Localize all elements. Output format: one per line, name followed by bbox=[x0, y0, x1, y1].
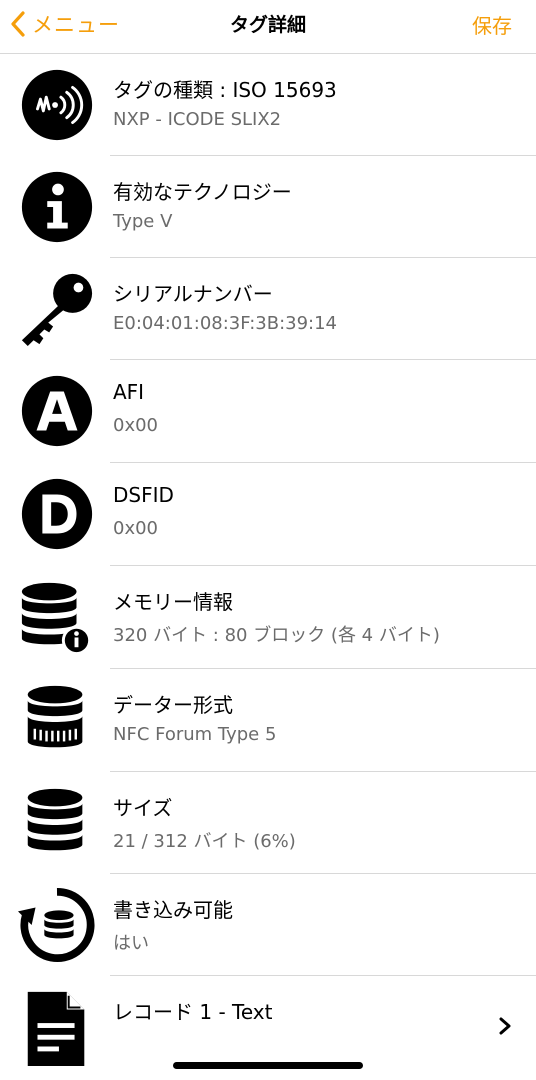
info-icon bbox=[21, 171, 93, 243]
technology-value: Type V bbox=[113, 211, 173, 232]
navigation-bar: メニュー タグ詳細 保存 bbox=[0, 0, 536, 54]
page-title: タグ詳細 bbox=[229, 14, 306, 36]
database-icon bbox=[27, 788, 83, 851]
tag-type-title: タグの種類 : ISO 15693 bbox=[113, 78, 337, 102]
memory-info-value: 320 バイト : 80 ブロック (各 4 バイト) bbox=[113, 625, 440, 646]
serial-number-row: シリアルナンバー E0:04:01:08:3F:3B:39:14 bbox=[0, 258, 536, 360]
tag-type-value: NXP - ICODE SLIX2 bbox=[113, 109, 282, 130]
writable-row: 書き込み可能 はい bbox=[0, 874, 536, 976]
data-format-row: データー形式 NFC Forum Type 5 bbox=[0, 669, 536, 771]
size-value: 21 / 312 バイト (6%) bbox=[113, 831, 296, 852]
database-rotate-icon bbox=[18, 887, 95, 963]
memory-info-title: メモリー情報 bbox=[113, 590, 233, 614]
letter-a-icon bbox=[21, 375, 93, 447]
record-title: レコード 1 - Text bbox=[113, 1000, 273, 1024]
data-format-title: データー形式 bbox=[113, 693, 233, 717]
serial-number-title: シリアルナンバー bbox=[113, 282, 273, 306]
writable-title: 書き込み可能 bbox=[113, 898, 233, 922]
technology-row: 有効なテクノロジー Type V bbox=[0, 156, 536, 258]
home-indicator[interactable] bbox=[173, 1062, 363, 1069]
database-info-icon bbox=[21, 582, 92, 656]
database-striped-icon bbox=[27, 685, 83, 748]
document-icon bbox=[27, 991, 85, 1066]
letter-d-icon bbox=[21, 478, 93, 550]
writable-value: はい bbox=[113, 933, 149, 954]
tag-type-row: タグの種類 : ISO 15693 NXP - ICODE SLIX2 bbox=[0, 54, 536, 156]
memory-info-row: メモリー情報 320 バイト : 80 ブロック (各 4 バイト) bbox=[0, 566, 536, 668]
afi-title: AFI bbox=[113, 380, 145, 404]
dsfid-title: DSFID bbox=[113, 483, 174, 507]
dsfid-row: DSFID 0x00 bbox=[0, 463, 536, 565]
serial-number-value: E0:04:01:08:3F:3B:39:14 bbox=[113, 313, 338, 334]
afi-value: 0x00 bbox=[113, 415, 159, 436]
size-row: サイズ 21 / 312 バイト (6%) bbox=[0, 772, 536, 874]
key-icon bbox=[21, 273, 93, 347]
nfc-icon bbox=[21, 69, 93, 141]
size-title: サイズ bbox=[113, 796, 173, 820]
dsfid-value: 0x00 bbox=[113, 518, 159, 539]
data-format-value: NFC Forum Type 5 bbox=[113, 724, 277, 745]
technology-title: 有効なテクノロジー bbox=[113, 180, 292, 204]
save-button[interactable]: 保存 bbox=[472, 10, 512, 39]
chevron-right-icon bbox=[499, 1017, 511, 1035]
afi-row: AFI 0x00 bbox=[0, 360, 536, 462]
